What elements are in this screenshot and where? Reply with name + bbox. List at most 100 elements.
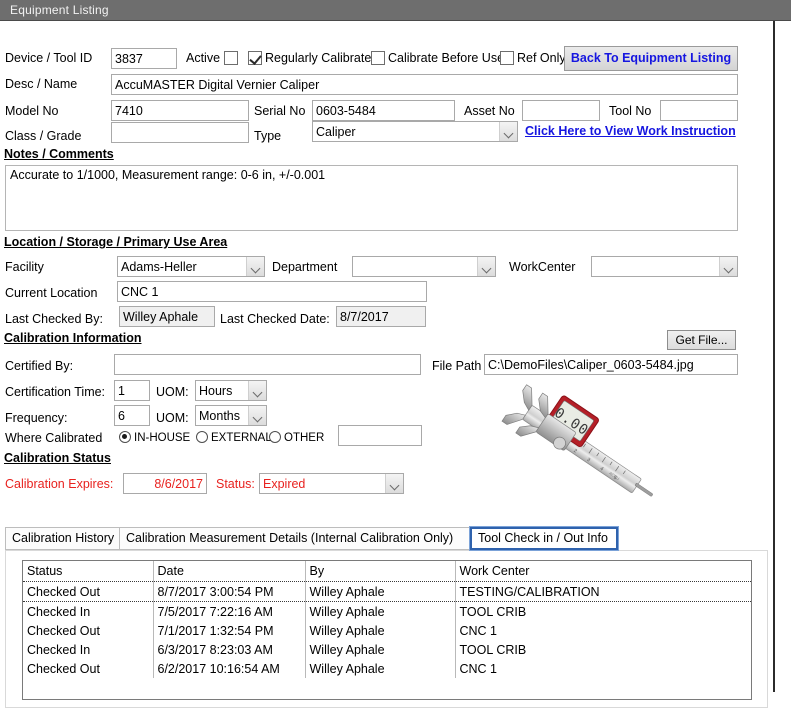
certification-time-uom-combobox[interactable]: Hours [195, 380, 267, 401]
frequency-uom-combobox[interactable]: Months [195, 405, 267, 426]
calibration-section-heading: Calibration Information [4, 331, 142, 345]
status-combobox[interactable]: Expired [259, 473, 404, 494]
check-in-out-grid[interactable]: Status Date By Work Center Checked Out 8… [22, 560, 752, 700]
tab-calibration-measurement-details[interactable]: Calibration Measurement Details (Interna… [119, 527, 470, 550]
current-location-input[interactable]: CNC 1 [117, 281, 427, 302]
cell-work-center: TOOL CRIB [455, 640, 751, 659]
tool-no-input[interactable] [660, 100, 738, 121]
regularly-calibrated-checkbox[interactable] [248, 51, 262, 65]
current-location-label: Current Location [5, 286, 98, 300]
active-checkbox[interactable] [223, 51, 238, 65]
radio-in-house[interactable] [119, 431, 131, 443]
calibration-expires-value: 8/6/2017 [123, 473, 207, 494]
col-header-by[interactable]: By [305, 561, 456, 582]
type-combobox[interactable]: Caliper [312, 121, 518, 142]
tab-calibration-history[interactable]: Calibration History [5, 527, 120, 550]
workcenter-combobox[interactable] [591, 256, 738, 277]
chevron-down-icon[interactable] [246, 257, 264, 276]
ref-only-group[interactable]: Ref Only [500, 51, 566, 65]
radio-other-group[interactable]: OTHER [269, 431, 324, 444]
radio-in-house-group[interactable]: IN-HOUSE [119, 431, 190, 444]
device-tool-id-input[interactable]: 3837 [111, 48, 177, 69]
radio-external[interactable] [196, 431, 208, 443]
chevron-down-icon[interactable] [719, 257, 737, 276]
location-section-heading: Location / Storage / Primary Use Area [4, 235, 228, 249]
radio-external-label: EXTERNAL [211, 432, 272, 444]
chevron-down-icon[interactable] [477, 257, 495, 276]
cell-work-center: CNC 1 [455, 659, 751, 678]
certification-time-uom-value: Hours [199, 384, 233, 398]
active-checkbox-group[interactable]: Active [186, 51, 241, 65]
tool-check-in-out-panel: Status Date By Work Center Checked Out 8… [5, 550, 768, 708]
desc-name-input[interactable]: AccuMASTER Digital Vernier Caliper [111, 74, 738, 95]
device-tool-id-label: Device / Tool ID [5, 51, 93, 65]
status-label: Status: [216, 477, 255, 491]
active-label: Active [186, 51, 221, 65]
serial-no-input[interactable]: 0603-5484 [312, 100, 455, 121]
facility-combobox[interactable]: Adams-Heller [117, 256, 265, 277]
where-calibrated-label: Where Calibrated [5, 431, 103, 445]
cell-work-center: TOOL CRIB [455, 601, 751, 621]
certification-time-uom-label: UOM: [156, 385, 189, 399]
cell-date: 6/2/2017 10:16:54 AM [153, 659, 306, 678]
calibrate-before-use-group[interactable]: Calibrate Before Use [371, 51, 504, 65]
radio-in-house-label: IN-HOUSE [134, 432, 191, 444]
cell-status: Checked Out [23, 621, 154, 640]
file-path-label: File Path [432, 359, 482, 373]
back-to-equipment-listing-button[interactable]: Back To Equipment Listing [564, 46, 738, 71]
regularly-calibrated-group[interactable]: Regularly Calibrated [248, 51, 378, 65]
department-label: Department [272, 260, 338, 274]
certification-time-label: Certification Time: [5, 385, 106, 399]
col-header-work-center[interactable]: Work Center [455, 561, 751, 582]
workcenter-label: WorkCenter [509, 260, 576, 274]
table-row[interactable]: Checked Out 6/2/2017 10:16:54 AM Willey … [23, 659, 751, 678]
certified-by-label: Certified By: [5, 359, 74, 373]
table-row[interactable]: Checked Out 8/7/2017 3:00:54 PM Willey A… [23, 581, 751, 602]
frequency-input[interactable]: 6 [114, 405, 150, 426]
chevron-down-icon[interactable] [248, 406, 266, 425]
radio-other[interactable] [269, 431, 281, 443]
chevron-down-icon[interactable] [248, 381, 266, 400]
cell-date: 7/5/2017 7:22:16 AM [153, 601, 306, 621]
get-file-button[interactable]: Get File... [667, 330, 736, 350]
last-checked-by-value: Willey Aphale [119, 306, 215, 327]
ref-only-checkbox[interactable] [500, 51, 514, 65]
desc-name-label: Desc / Name [5, 77, 78, 91]
table-row[interactable]: Checked In 6/3/2017 8:23:03 AM Willey Ap… [23, 640, 751, 659]
radio-external-group[interactable]: EXTERNAL [196, 431, 272, 444]
certification-time-input[interactable]: 1 [114, 380, 150, 401]
calibrate-before-use-checkbox[interactable] [371, 51, 385, 65]
table-row[interactable]: Checked Out 7/1/2017 1:32:54 PM Willey A… [23, 621, 751, 640]
model-no-input[interactable]: 7410 [111, 100, 249, 121]
type-label: Type [254, 129, 282, 143]
window-title: Equipment Listing [10, 3, 109, 17]
cell-status: Checked In [23, 640, 154, 659]
department-combobox[interactable] [352, 256, 496, 277]
tab-tool-check-in-out-info[interactable]: Tool Check in / Out Info [470, 527, 618, 550]
class-grade-input[interactable] [111, 122, 249, 143]
col-header-status[interactable]: Status [23, 561, 154, 582]
cell-status: Checked Out [23, 659, 154, 678]
class-grade-label: Class / Grade [5, 129, 82, 143]
cell-work-center: TESTING/CALIBRATION [455, 581, 751, 602]
last-checked-by-label: Last Checked By: [5, 312, 103, 326]
cell-by: Willey Aphale [305, 581, 456, 602]
asset-no-input[interactable] [522, 100, 600, 121]
chevron-down-icon[interactable] [499, 122, 517, 141]
col-header-date[interactable]: Date [153, 561, 306, 582]
cell-by: Willey Aphale [305, 621, 456, 640]
chevron-down-icon[interactable] [385, 474, 403, 493]
regularly-calibrated-label: Regularly Calibrated [265, 51, 379, 65]
cell-date: 8/7/2017 3:00:54 PM [153, 581, 306, 602]
view-work-instruction-link[interactable]: Click Here to View Work Instruction [525, 124, 736, 138]
cell-status: Checked Out [23, 581, 154, 602]
equipment-detail-form: Device / Tool ID 3837 Active Regularly C… [0, 21, 775, 708]
certified-by-input[interactable] [114, 354, 421, 375]
table-row[interactable]: Checked In 7/5/2017 7:22:16 AM Willey Ap… [23, 601, 751, 621]
radio-other-label: OTHER [284, 432, 325, 444]
notes-textarea[interactable]: Accurate to 1/1000, Measurement range: 0… [5, 165, 738, 231]
asset-no-label: Asset No [464, 104, 515, 118]
where-calibrated-other-input[interactable] [338, 425, 422, 446]
file-path-input[interactable]: C:\DemoFiles\Caliper_0603-5484.jpg [484, 354, 738, 375]
facility-label: Facility [5, 260, 44, 274]
